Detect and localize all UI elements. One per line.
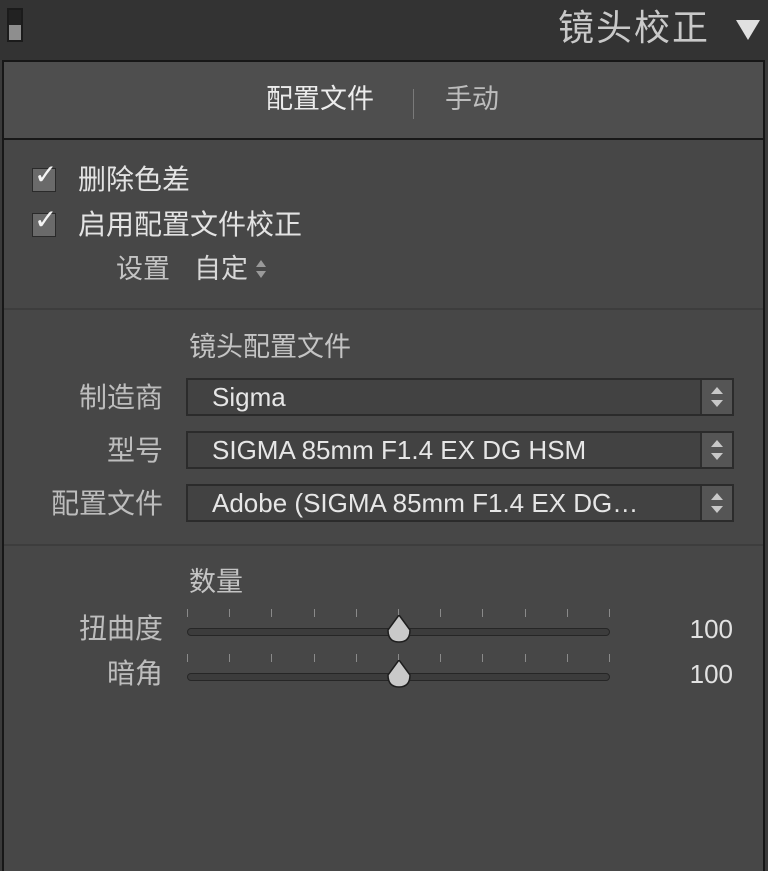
make-value: Sigma (212, 382, 286, 412)
tab-separator (413, 89, 414, 119)
slider-tick (567, 654, 568, 662)
slider-tick (482, 654, 483, 662)
slider-tick (314, 609, 315, 617)
section-divider (4, 308, 763, 310)
slider-tick (187, 609, 188, 617)
slider-tick (356, 654, 357, 662)
slider-tick (229, 609, 230, 617)
setup-row: 设置 自定 (116, 252, 266, 288)
slider-tick (314, 654, 315, 662)
distortion-slider[interactable] (187, 609, 610, 649)
enable-profile-checkbox[interactable]: ✓ (32, 205, 57, 237)
slider-tick (482, 609, 483, 617)
tab-bar: 配置文件 手动 (4, 62, 763, 140)
vignetting-value[interactable]: 100 (690, 656, 733, 692)
profile-value: Adobe (SIGMA 85mm F1.4 EX DG… (212, 488, 639, 518)
slider-tick (187, 654, 188, 662)
slider-tick (609, 654, 610, 662)
select-arrows-icon[interactable] (700, 486, 732, 520)
slider-thumb[interactable] (386, 660, 411, 688)
enable-profile-label: 启用配置文件校正 (78, 208, 303, 241)
tab-manual[interactable]: 手动 (445, 82, 499, 118)
vignetting-slider[interactable] (187, 654, 610, 694)
profile-select[interactable]: Adobe (SIGMA 85mm F1.4 EX DG… (186, 484, 734, 522)
select-arrows-icon[interactable] (700, 433, 732, 467)
slider-tick (567, 609, 568, 617)
profile-label: 配置文件 (50, 487, 163, 520)
enable-profile-checkbox-row[interactable]: ✓ 启用配置文件校正 (32, 205, 303, 243)
slider-tick (525, 609, 526, 617)
remove-ca-label: 删除色差 (78, 163, 191, 196)
slider-tick (229, 654, 230, 662)
collapse-triangle-icon[interactable] (736, 20, 760, 40)
panel-switch-icon[interactable] (7, 8, 23, 42)
remove-ca-checkbox[interactable]: ✓ (32, 160, 57, 192)
model-value: SIGMA 85mm F1.4 EX DG HSM (212, 435, 587, 465)
setup-dropdown[interactable]: 自定 (194, 252, 248, 288)
setup-label: 设置 (116, 254, 170, 285)
tab-profile[interactable]: 配置文件 (266, 82, 374, 118)
slider-tick (271, 654, 272, 662)
vignetting-label: 暗角 (106, 657, 163, 690)
slider-tick (440, 609, 441, 617)
panel-header[interactable]: 镜头校正 (0, 0, 768, 60)
model-select[interactable]: SIGMA 85mm F1.4 EX DG HSM (186, 431, 734, 469)
distortion-value[interactable]: 100 (690, 611, 733, 647)
select-arrows-icon[interactable] (700, 380, 732, 414)
checkmark-icon: ✓ (34, 203, 58, 236)
model-label: 型号 (106, 434, 163, 467)
make-select[interactable]: Sigma (186, 378, 734, 416)
lens-corrections-panel: 配置文件 手动 ✓ 删除色差 ✓ 启用配置文件校正 设置 自定 镜头配置文件 制… (2, 60, 765, 871)
slider-thumb[interactable] (386, 615, 411, 643)
slider-tick (271, 609, 272, 617)
amount-title: 数量 (189, 567, 243, 598)
slider-tick (525, 654, 526, 662)
slider-tick (609, 609, 610, 617)
lens-profile-title: 镜头配置文件 (189, 332, 351, 363)
make-label: 制造商 (78, 381, 163, 414)
slider-tick (440, 654, 441, 662)
updown-arrows-icon[interactable] (256, 260, 266, 278)
panel-title: 镜头校正 (557, 8, 710, 49)
remove-ca-checkbox-row[interactable]: ✓ 删除色差 (32, 160, 191, 198)
distortion-label: 扭曲度 (78, 612, 163, 645)
checkmark-icon: ✓ (34, 158, 58, 191)
slider-tick (356, 609, 357, 617)
section-divider (4, 544, 763, 546)
